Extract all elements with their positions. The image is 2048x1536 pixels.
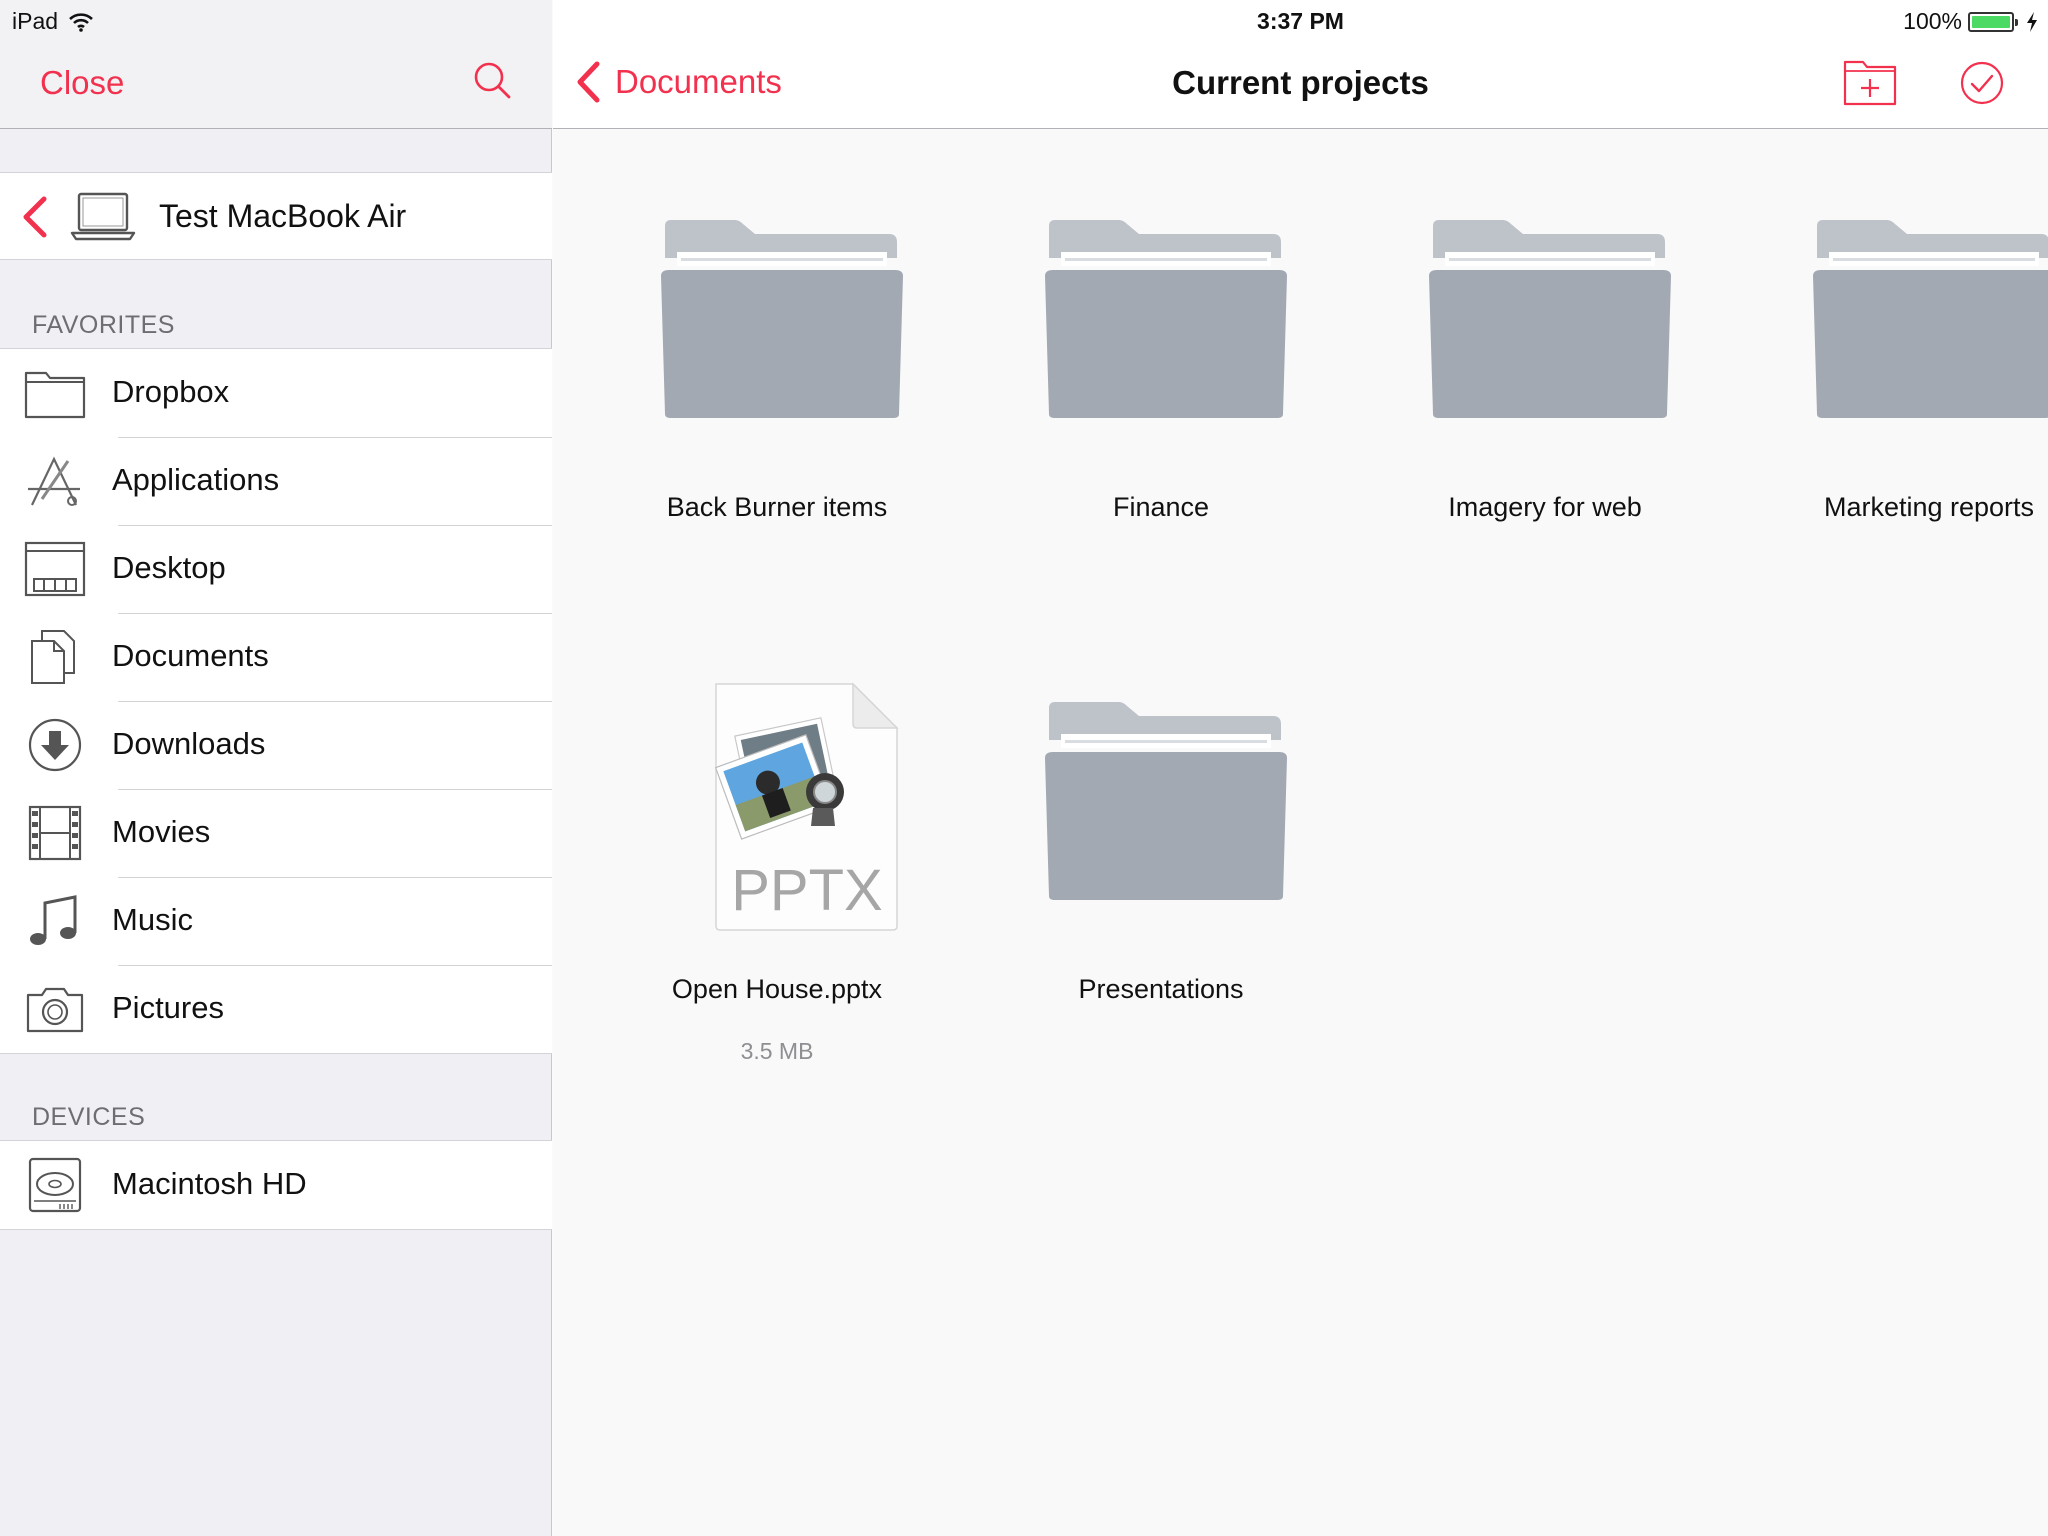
sidebar-item-pictures[interactable]: Pictures bbox=[0, 965, 552, 1053]
select-checkmark-icon[interactable] bbox=[1959, 60, 2005, 106]
sidebar-item-label: Macintosh HD bbox=[112, 1166, 307, 1201]
sidebar-navbar: iPad Close bbox=[0, 0, 552, 129]
favorites-list: Dropbox Applications Desktop Documents D… bbox=[0, 348, 552, 1054]
movies-icon bbox=[28, 805, 82, 861]
sidebar-item-applications[interactable]: Applications bbox=[0, 437, 552, 525]
new-folder-icon[interactable] bbox=[1843, 56, 1897, 106]
main-navbar: 3:37 PM 100% Documents Current projects bbox=[553, 0, 2048, 129]
status-time: 3:37 PM bbox=[1257, 8, 1344, 34]
sidebar-item-documents[interactable]: Documents bbox=[0, 613, 552, 701]
sidebar-item-label: Dropbox bbox=[112, 374, 230, 409]
close-button[interactable]: Close bbox=[40, 64, 124, 102]
devices-header: DEVICES bbox=[32, 1103, 146, 1131]
laptop-icon bbox=[70, 192, 136, 241]
dropbox-folder-icon bbox=[24, 371, 86, 419]
item-name: Presentations bbox=[1078, 974, 1244, 1004]
item-size: 3.5 MB bbox=[740, 1038, 814, 1064]
sidebar-item-label: Documents bbox=[112, 638, 269, 673]
wifi-icon bbox=[69, 12, 93, 32]
documents-icon bbox=[31, 630, 75, 684]
sidebar-item-label: Applications bbox=[112, 462, 280, 497]
device-name: iPad bbox=[12, 8, 59, 34]
charging-bolt-icon bbox=[2027, 11, 2037, 32]
folder-icon bbox=[661, 220, 903, 418]
item-name: Imagery for web bbox=[1448, 492, 1642, 522]
file-type-badge: PPTX bbox=[731, 858, 883, 923]
main-pane: 3:37 PM 100% Documents Current projects bbox=[553, 0, 2048, 1536]
page-title: Current projects bbox=[1172, 64, 1429, 101]
sidebar-item-label: Downloads bbox=[112, 726, 266, 761]
battery-icon bbox=[1968, 11, 2018, 32]
music-icon bbox=[30, 895, 77, 945]
sidebar-item-music[interactable]: Music bbox=[0, 877, 552, 965]
battery-percent: 100% bbox=[1903, 8, 1962, 34]
sidebar: iPad Close Test MacBook Air FAVORITES Dr… bbox=[0, 0, 552, 1536]
sidebar-item-macintosh-hd[interactable]: Macintosh HD bbox=[0, 1141, 552, 1229]
hard-drive-icon bbox=[28, 1157, 82, 1213]
battery-indicator: 100% bbox=[1903, 8, 2038, 35]
item-name: Back Burner items bbox=[666, 492, 888, 522]
sidebar-item-label: Desktop bbox=[112, 550, 226, 585]
camera-icon bbox=[26, 987, 84, 1033]
sidebar-item-movies[interactable]: Movies bbox=[0, 789, 552, 877]
item-name: Open House.pptx bbox=[671, 974, 883, 1004]
sidebar-item-desktop[interactable]: Desktop bbox=[0, 525, 552, 613]
sidebar-item-label: Music bbox=[112, 902, 193, 937]
downloads-icon bbox=[28, 718, 82, 772]
sidebar-item-downloads[interactable]: Downloads bbox=[0, 701, 552, 789]
item-name: Marketing reports bbox=[1823, 492, 2035, 522]
pptx-file-icon: PPTX bbox=[714, 682, 899, 931]
folder-icon bbox=[1429, 220, 1671, 418]
status-bar-left: iPad bbox=[12, 8, 94, 35]
device-label: Test MacBook Air bbox=[159, 198, 407, 234]
current-device-row[interactable]: Test MacBook Air bbox=[0, 172, 552, 260]
folder-icon bbox=[1813, 220, 2048, 418]
applications-icon bbox=[28, 456, 80, 506]
sidebar-item-label: Movies bbox=[112, 814, 211, 849]
item-name: Finance bbox=[1112, 492, 1210, 522]
folder-icon bbox=[1045, 702, 1287, 900]
desktop-icon bbox=[24, 541, 86, 597]
devices-list: Macintosh HD bbox=[0, 1140, 552, 1230]
search-icon[interactable] bbox=[472, 60, 512, 100]
favorites-header: FAVORITES bbox=[32, 311, 175, 339]
sidebar-item-dropbox[interactable]: Dropbox bbox=[0, 349, 552, 437]
folder-icon bbox=[1045, 220, 1287, 418]
sidebar-item-label: Pictures bbox=[112, 990, 224, 1025]
chevron-left-icon[interactable] bbox=[20, 195, 50, 239]
